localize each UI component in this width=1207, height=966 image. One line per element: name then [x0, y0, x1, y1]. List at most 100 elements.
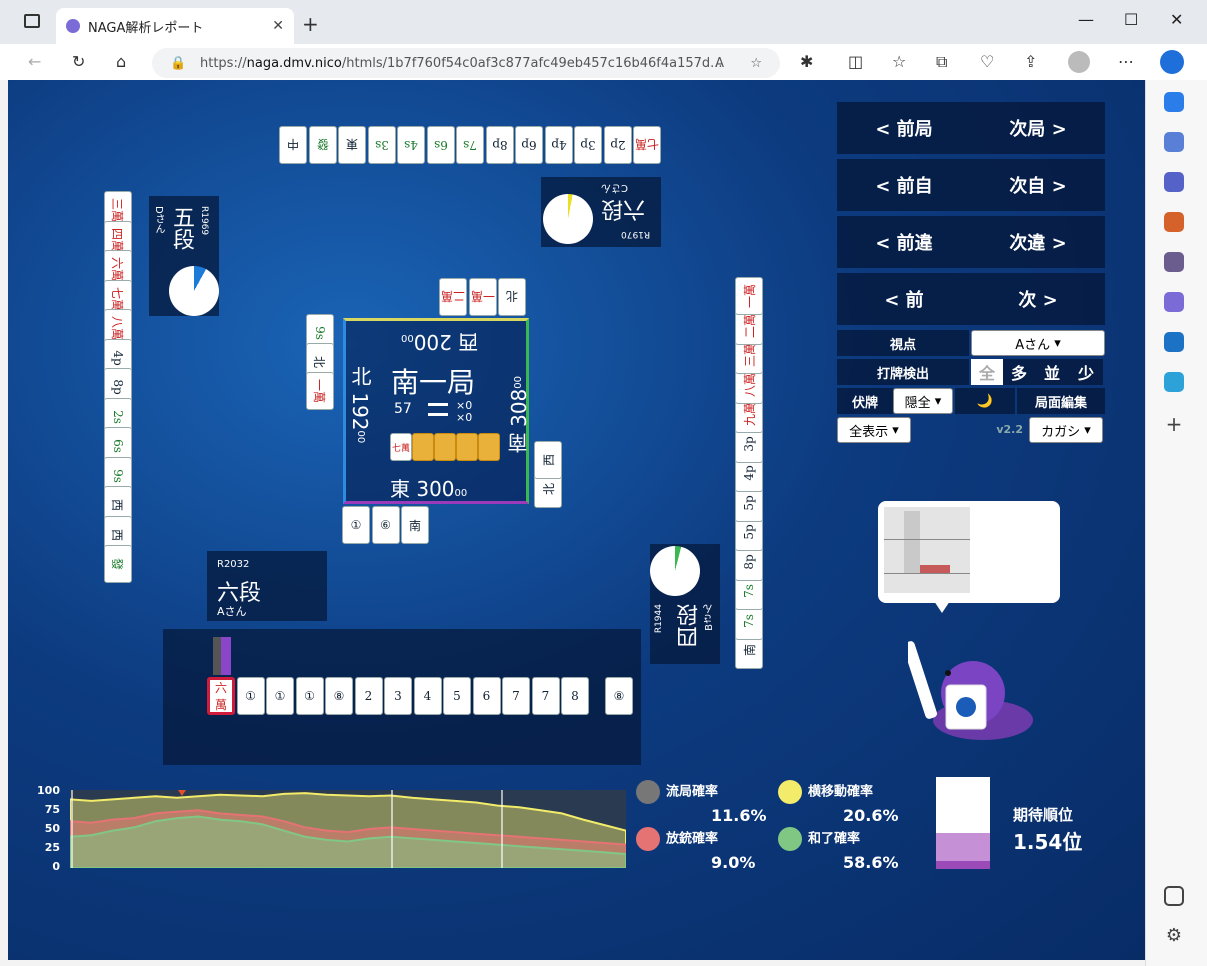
read-aloud-icon[interactable]: A [715, 56, 724, 71]
hand-tile[interactable]: 3 [384, 677, 412, 715]
bell-icon[interactable] [1164, 92, 1184, 112]
detect-many-button[interactable]: 多 [1003, 359, 1035, 385]
hand-tile[interactable]: ⑧ [325, 677, 353, 715]
mahjong-tile: 七萬 [633, 126, 661, 164]
honba-stick-icon [428, 403, 448, 406]
next-round-button[interactable]: 次局 > [1009, 115, 1066, 141]
next-self-button[interactable]: 次自 > [1009, 172, 1066, 198]
prev-button[interactable]: < 前 [884, 286, 923, 312]
new-tab-icon[interactable]: + [302, 12, 319, 36]
hand-tile[interactable]: 2 [354, 677, 383, 715]
send-icon[interactable] [1164, 372, 1184, 392]
self-player-name: Aさん [217, 605, 247, 618]
viewpoint-select[interactable]: Aさん ▾ [971, 330, 1105, 356]
hand-tile[interactable]: 7 [531, 677, 560, 715]
add-icon[interactable]: + [1164, 414, 1184, 434]
next-button[interactable]: 次 > [1018, 286, 1057, 312]
copilot-icon[interactable] [1160, 50, 1184, 74]
moon-icon[interactable]: 🌙 [955, 388, 1015, 414]
sidebar-toggle-icon[interactable] [1164, 886, 1184, 906]
drawn-tile[interactable]: ⑧ [605, 677, 633, 715]
next-diff-button[interactable]: 次違 > [1009, 229, 1066, 255]
chart-yticks: 100 75 50 25 0 [34, 784, 60, 879]
profile-avatar[interactable] [1068, 51, 1090, 73]
probability-chart[interactable] [70, 790, 626, 868]
hand-tile[interactable]: 4 [413, 677, 442, 715]
active-tab[interactable]: NAGA解析レポート ✕ [56, 8, 294, 44]
address-bar-row: ← ↻ ⌂ 🔒 https://naga.dmv.nico/htmls/1b7f… [0, 44, 1207, 80]
shopping-tag-icon[interactable] [1164, 172, 1184, 192]
mahjong-tile: 東 [338, 126, 366, 164]
settings-icon[interactable]: ⚙ [1164, 926, 1184, 946]
hand-tile[interactable]: ① [295, 677, 324, 715]
round-name: 南一局 [391, 366, 476, 399]
edit-position-button[interactable]: 局面編集 [1017, 388, 1105, 414]
hand-tile[interactable]: 7 [502, 677, 530, 715]
detect-normal-button[interactable]: 並 [1035, 359, 1069, 385]
prev-self-button[interactable]: < 前自 [875, 172, 932, 198]
tab-actions-icon[interactable] [24, 14, 40, 28]
refresh-icon[interactable]: ↻ [72, 52, 85, 71]
minimize-icon[interactable]: — [1078, 10, 1094, 29]
extensions-icon[interactable]: ✱ [800, 52, 813, 71]
office-icon[interactable] [1164, 292, 1184, 312]
mahjong-tile: ⑥ [371, 506, 400, 544]
mahjong-tile: 4p [544, 126, 573, 164]
games-icon[interactable] [1164, 252, 1184, 272]
prev-diff-button[interactable]: < 前違 [875, 229, 932, 255]
hidden-dora-tile [434, 433, 456, 461]
detect-label: 打牌検出 [837, 359, 969, 385]
home-icon[interactable]: ⌂ [116, 52, 126, 71]
favorite-star-icon[interactable]: ☆ [750, 56, 762, 71]
hand-tile[interactable]: 六萬 [207, 677, 235, 715]
url-path: /htmls/1b7f760f54c0af3c877afc49eb457c16b… [341, 55, 723, 71]
prev-round-button[interactable]: < 前局 [875, 115, 932, 141]
back-icon[interactable]: ← [28, 52, 41, 71]
hand-tile[interactable]: 6 [472, 677, 501, 715]
display-select[interactable]: 全表示 ▾ [837, 417, 911, 443]
close-tab-icon[interactable]: ✕ [272, 18, 284, 34]
mahjong-tile: 發 [104, 545, 132, 583]
nav-step-row: < 前 次 > [837, 273, 1105, 325]
bubble-tail [934, 601, 950, 613]
search-icon[interactable] [1164, 132, 1184, 152]
mahjong-tile: 中 [279, 126, 307, 164]
south-score-sub: 00 [513, 376, 524, 389]
favorites-icon[interactable]: ☆ [892, 52, 906, 71]
yoko-value: 20.6% [843, 806, 899, 825]
mahjong-tile: 3s [367, 126, 396, 164]
mahjong-tile: 3p [574, 126, 602, 164]
mahjong-tile: 4s [397, 126, 425, 164]
hand-tile[interactable]: 5 [443, 677, 471, 715]
mahjong-tile: 北 [498, 278, 526, 316]
ryukyoku-label: 流局確率 [666, 784, 719, 800]
collections-icon[interactable]: ⧉ [936, 52, 947, 72]
fuku-value: 隠全 [904, 395, 931, 411]
detect-all-button[interactable]: 全 [971, 359, 1003, 385]
expected-rank-bar [936, 777, 990, 869]
ytick-75: 75 [44, 803, 60, 816]
maximize-icon[interactable]: ☐ [1124, 10, 1138, 29]
yoko-label: 横移動確率 [808, 784, 874, 800]
model-select[interactable]: カガシ ▾ [1029, 417, 1103, 443]
url-host: naga.dmv.nico [246, 55, 342, 71]
tools-icon[interactable] [1164, 212, 1184, 232]
east-score: 東 300 [390, 477, 455, 501]
hand-tile[interactable]: ① [236, 677, 265, 715]
share-icon[interactable]: ⇪ [1024, 52, 1037, 71]
ryukyoku-dot-icon [636, 780, 660, 804]
mahjong-tile: 一萬 [468, 278, 497, 316]
close-window-icon[interactable]: ✕ [1170, 10, 1183, 29]
outlook-icon[interactable] [1164, 332, 1184, 352]
split-screen-icon[interactable]: ◫ [848, 52, 863, 71]
fuku-select[interactable]: 隠全 ▾ [893, 388, 953, 414]
more-menu-icon[interactable]: ⋯ [1118, 52, 1134, 71]
mini-bar-gray [904, 511, 920, 573]
model-value: カガシ [1041, 424, 1081, 440]
detect-few-button[interactable]: 少 [1069, 359, 1103, 385]
performance-icon[interactable]: ♡ [980, 52, 994, 71]
hand-tile[interactable]: 8 [561, 677, 589, 715]
hand-tile[interactable]: ① [266, 677, 294, 715]
url-input[interactable]: 🔒 https://naga.dmv.nico/htmls/1b7f760f54… [152, 48, 780, 78]
hidden-dora-tile [456, 433, 478, 461]
